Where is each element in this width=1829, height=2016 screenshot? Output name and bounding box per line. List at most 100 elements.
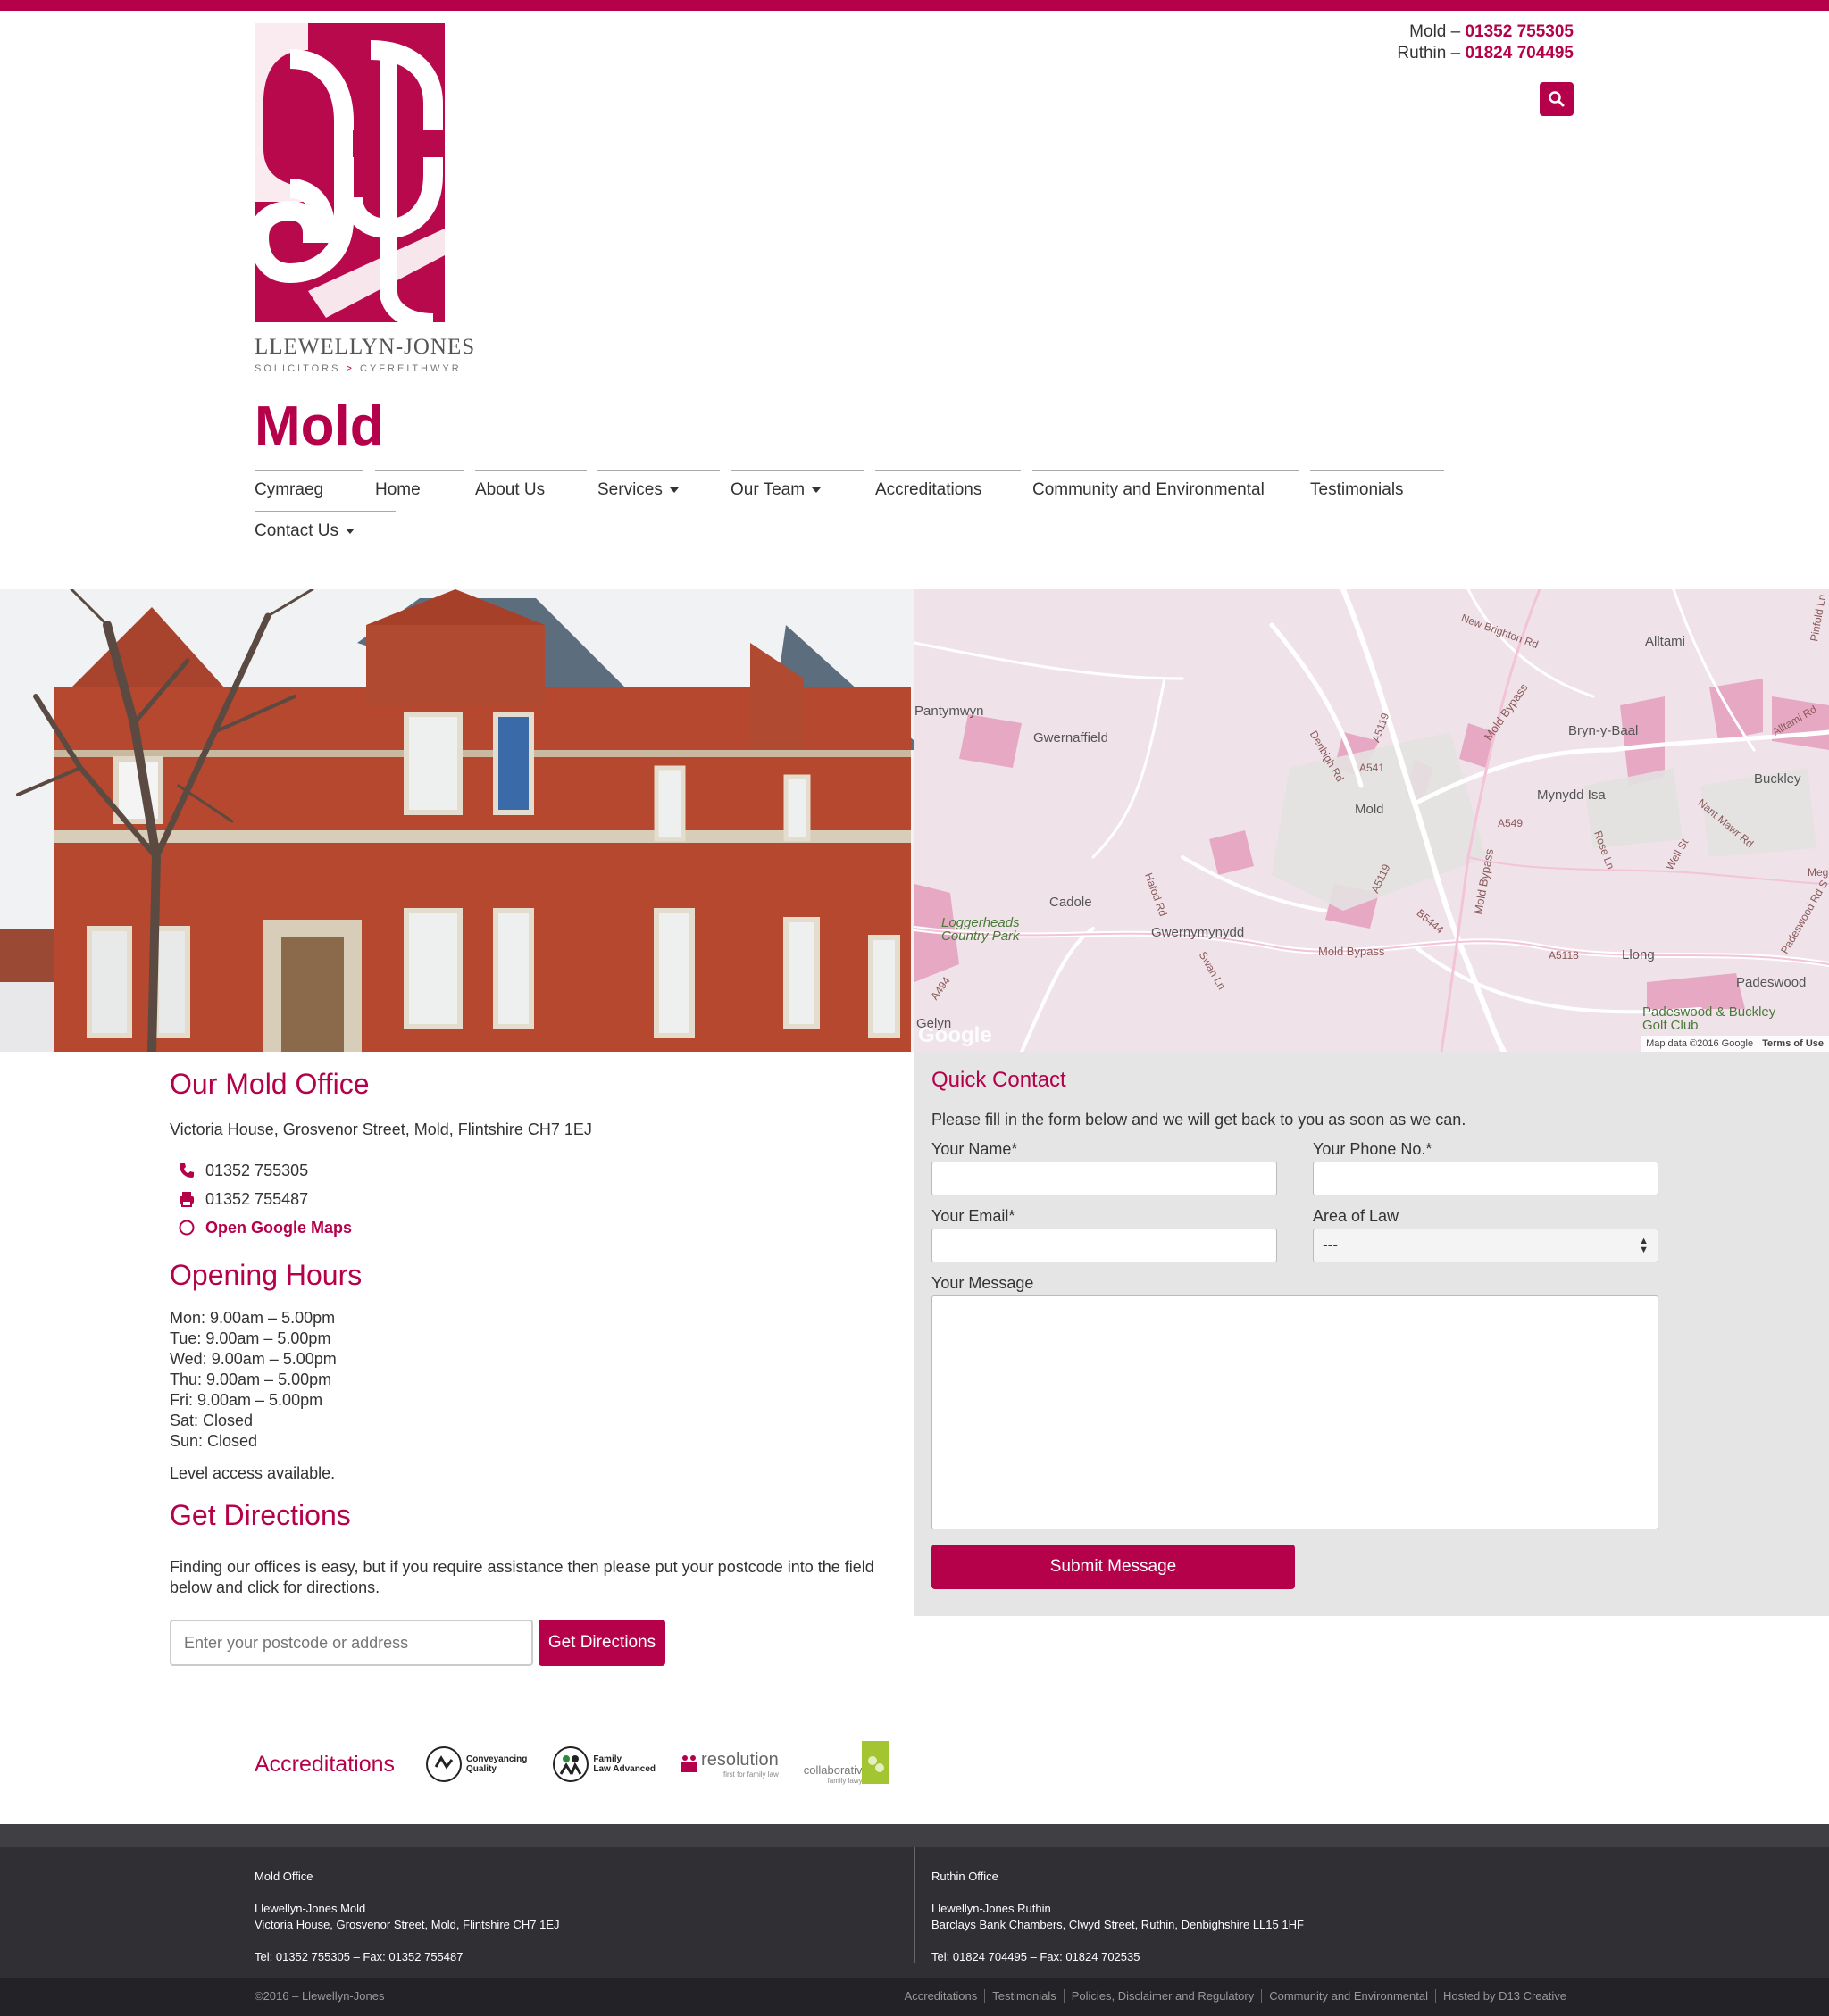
collaborative-badge: collaborative family lawyer — [804, 1741, 889, 1787]
footer-office-name: Llewellyn-Jones Ruthin — [931, 1902, 1051, 1915]
footer-link-policies[interactable]: Policies, Disclaimer and Regulatory — [1063, 1989, 1261, 2003]
nav-label: Testimonials — [1310, 480, 1404, 499]
phone-ruthin-number[interactable]: 01824 704495 — [1465, 44, 1574, 62]
conveyancing-quality-badge: Conveyancing Quality — [425, 1745, 527, 1783]
quick-contact-form: Quick Contact Please fill in the form be… — [914, 1052, 1829, 1616]
phone-mold: Mold – 01352 755305 — [1397, 21, 1574, 43]
logo-name: LLEWELLYN-JONES — [255, 335, 476, 359]
map-place: Bryn-y-Baal — [1568, 723, 1639, 738]
header-phones: Mold – 01352 755305 Ruthin – 01824 70449… — [1397, 21, 1574, 64]
open-google-maps-link[interactable]: Open Google Maps — [170, 1218, 911, 1237]
footer-link-hosted-by[interactable]: Hosted by D13 Creative — [1434, 1989, 1574, 2003]
footer-heading: Mold Office — [255, 1870, 313, 1883]
hours-line: Thu: 9.00am – 5.00pm — [170, 1370, 332, 1388]
office-phone[interactable]: 01352 755305 — [170, 1161, 911, 1180]
area-of-law-value: --- — [1323, 1237, 1338, 1254]
nav-item-about-us[interactable]: About Us — [475, 470, 587, 500]
map-place: Buckley — [1754, 771, 1801, 787]
postcode-input[interactable] — [170, 1620, 533, 1666]
hours-line: Wed: 9.00am – 5.00pm — [170, 1350, 337, 1368]
email-input[interactable] — [931, 1229, 1277, 1262]
accreditations-title: Accreditations — [255, 1751, 396, 1777]
accreditations-strip: Accreditations Conveyancing Quality Famil… — [255, 1741, 914, 1787]
quick-contact-title: Quick Contact — [931, 1068, 1066, 1092]
map-place: Padeswood & Buckley Golf Club — [1642, 1004, 1776, 1033]
phone-mold-number[interactable]: 01352 755305 — [1465, 22, 1574, 41]
submit-message-button[interactable]: Submit Message — [931, 1545, 1295, 1589]
nav-item-accreditations[interactable]: Accreditations — [875, 470, 1021, 500]
collaborative-logo-icon — [861, 1741, 889, 1784]
nav-item-cymraeg[interactable]: Cymraeg — [255, 470, 363, 500]
footer-links: Accreditations Testimonials Policies, Di… — [898, 1989, 1574, 2003]
nav-item-testimonials[interactable]: Testimonials — [1310, 470, 1444, 500]
location-map[interactable]: Pantymwyn Gwernaffield Mold Bryn-y-Baal … — [914, 589, 1829, 1052]
map-data-credit: Map data ©2016 Google — [1646, 1038, 1754, 1049]
map-place: Mold — [1355, 802, 1384, 817]
search-button[interactable] — [1540, 82, 1574, 116]
name-label: Your Name* — [931, 1140, 1018, 1158]
chevron-down-icon — [669, 487, 679, 493]
hours-line: Fri: 9.00am – 5.00pm — [170, 1391, 323, 1409]
footer-bottom-bar: ©2016 – Llewellyn-Jones Accreditations T… — [0, 1978, 1829, 2016]
footer-office-tel: Tel: 01352 755305 – Fax: 01352 755487 — [255, 1950, 464, 1963]
map-road: A5118 — [1549, 949, 1579, 962]
nav-item-our-team[interactable]: Our Team — [731, 470, 864, 500]
footer-office-address: Victoria House, Grosvenor Street, Mold, … — [255, 1918, 560, 1931]
map-place: Gwernymynydd — [1151, 925, 1245, 940]
directions-form: Get Directions — [170, 1620, 911, 1666]
nav-label: Contact Us — [255, 521, 338, 540]
name-input[interactable] — [931, 1162, 1277, 1195]
tagline-cyfreithwyr: CYFREITHWYR — [360, 363, 462, 374]
directions-text: Finding our offices is easy, but if you … — [170, 1558, 874, 1596]
logo-mark — [255, 23, 445, 322]
map-place: Cadole — [1049, 895, 1092, 910]
site-logo[interactable]: LLEWELLYN-JONES SOLICITORS > CYFREITHWYR — [255, 23, 476, 374]
map-place: Llong — [1622, 947, 1655, 962]
phone-input[interactable] — [1313, 1162, 1658, 1195]
footer-office-address: Barclays Bank Chambers, Clwyd Street, Ru… — [931, 1918, 1304, 1931]
map-place: Alltami — [1645, 634, 1686, 649]
map-place: Loggerheads Country Park — [941, 915, 1020, 944]
footer-link-community[interactable]: Community and Environmental — [1261, 1989, 1435, 2003]
map-place: Gwernaffield — [1033, 730, 1108, 746]
office-photo — [0, 589, 914, 1052]
get-directions-button[interactable]: Get Directions — [539, 1620, 665, 1666]
access-note: Level access available. — [170, 1464, 336, 1482]
resolution-people-icon — [681, 1755, 697, 1772]
nav-item-community[interactable]: Community and Environmental — [1032, 470, 1299, 500]
chevron-down-icon — [812, 487, 822, 493]
nav-label: Home — [375, 480, 421, 499]
message-label: Your Message — [931, 1274, 1034, 1292]
phone-label: Your Phone No.* — [1313, 1140, 1432, 1158]
footer-ruthin-office: Ruthin Office Llewellyn-Jones Ruthin Bar… — [931, 1869, 1304, 1981]
footer-mold-office: Mold Office Llewellyn-Jones Mold Victori… — [255, 1869, 560, 1981]
footer-office-name: Llewellyn-Jones Mold — [255, 1902, 366, 1915]
law-society-seal-icon — [553, 1746, 589, 1782]
phone-icon — [177, 1161, 196, 1180]
open-google-maps-label: Open Google Maps — [205, 1218, 353, 1237]
footer-link-testimonials[interactable]: Testimonials — [984, 1989, 1064, 2003]
nav-item-home[interactable]: Home — [375, 470, 464, 500]
badge-line: Conveyancing — [466, 1754, 528, 1764]
map-road: A541 — [1359, 762, 1385, 774]
site-footer: Mold Office Llewellyn-Jones Mold Victori… — [0, 1824, 1829, 1978]
badge-line: first for family law — [722, 1770, 779, 1779]
map-road: A549 — [1498, 817, 1524, 829]
office-address: Victoria House, Grosvenor Street, Mold, … — [170, 1120, 592, 1138]
map-attribution: Map data ©2016 Google Terms of Use — [1641, 1036, 1829, 1052]
footer-link-accreditations[interactable]: Accreditations — [898, 1989, 985, 2003]
office-title: Our Mold Office — [170, 1068, 370, 1100]
phone-ruthin: Ruthin – 01824 704495 — [1397, 43, 1574, 64]
page-title: Mold — [255, 396, 384, 457]
search-icon — [1549, 91, 1565, 107]
nav-item-contact-us[interactable]: Contact Us — [255, 511, 396, 541]
map-terms-link[interactable]: Terms of Use — [1762, 1038, 1824, 1049]
nav-item-services[interactable]: Services — [597, 470, 720, 500]
tagline-solicitors: SOLICITORS — [255, 363, 341, 374]
nav-label: Cymraeg — [255, 480, 324, 499]
message-textarea[interactable] — [931, 1295, 1658, 1529]
opening-hours-title: Opening Hours — [170, 1259, 363, 1291]
area-of-law-select[interactable]: --- ▲ ▼ — [1313, 1229, 1658, 1262]
phone-ruthin-label: Ruthin – — [1397, 44, 1461, 62]
top-accent-bar — [0, 0, 1829, 11]
